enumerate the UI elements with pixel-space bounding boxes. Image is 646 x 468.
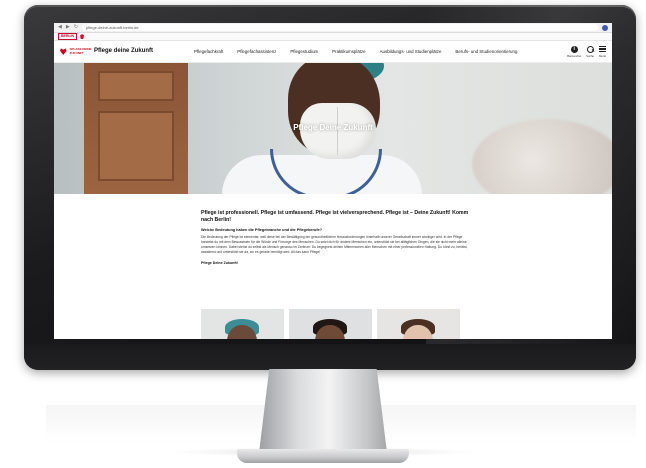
- intro-lead: Pflege ist professionell. Pflege ist umf…: [201, 210, 469, 223]
- main-navigation: Pflegefachkraft Pflegefachassistenz Pfle…: [194, 49, 567, 54]
- portrait-card[interactable]: [377, 309, 460, 339]
- search-label: Suche: [586, 53, 594, 58]
- forward-icon[interactable]: ▶: [66, 25, 70, 30]
- hero-title: Pflege Deine Zukunft: [293, 123, 373, 132]
- accessibility-button[interactable]: i Barrierefrei: [567, 45, 582, 58]
- monitor-stand-neck: [259, 369, 387, 453]
- hero-door-panel: [98, 71, 174, 101]
- nav-pflegefachassistenz[interactable]: Pflegefachassistenz: [237, 49, 276, 54]
- search-button[interactable]: Suche: [586, 45, 594, 58]
- hero-door-panel: [98, 111, 174, 181]
- info-icon: i: [570, 45, 578, 53]
- heart-logo-icon: [60, 48, 67, 55]
- intro-section: Pflege ist professionell. Pflege ist umf…: [54, 194, 474, 265]
- menu-button[interactable]: Menü: [599, 46, 606, 58]
- nav-praktikumsplaetze[interactable]: Praktikumsplätze: [332, 49, 365, 54]
- nav-ausbildungs-studienplaetze[interactable]: Ausbildungs- und Studienplätze: [380, 49, 442, 54]
- monitor-mockup: ◀ ▶ ↻ pflege-deine-zukunft.berlin.de BER…: [0, 0, 646, 468]
- berlin-bear-icon: [80, 34, 85, 39]
- back-icon[interactable]: ◀: [58, 25, 62, 30]
- intro-signoff: Pflege Deine Zukunft!: [201, 261, 238, 265]
- hamburger-menu-icon: [599, 46, 606, 53]
- nav-berufsorientierung[interactable]: Berufs- und Studienorientierung: [455, 49, 517, 54]
- address-bar[interactable]: pflege-deine-zukunft.berlin.de: [81, 24, 598, 31]
- portrait-card[interactable]: [289, 309, 372, 339]
- berlin-banner: BERLIN: [54, 33, 612, 41]
- utility-navigation: i Barrierefrei Suche Menü: [567, 45, 606, 58]
- site-title[interactable]: Pflege deine Zukunft: [94, 48, 164, 55]
- site-header: SPLASS DEINE ZUKUNFT Pflege deine Zukunf…: [54, 41, 612, 63]
- profile-icon[interactable]: [602, 24, 608, 31]
- portrait-cards: [201, 309, 460, 339]
- search-icon: [586, 45, 594, 53]
- site-logo[interactable]: SPLASS DEINE ZUKUNFT: [60, 48, 92, 55]
- intro-body: Die Bedeutung der Pflege ist elementar, …: [201, 235, 468, 254]
- intro-subhead: Welche Bedeutung haben die Pflegebranche…: [201, 228, 323, 232]
- menu-label: Menü: [599, 53, 606, 58]
- hero-banner: Pflege Deine Zukunft: [54, 63, 612, 194]
- nav-pflegestudium[interactable]: Pflegestudium: [290, 49, 318, 54]
- reload-icon[interactable]: ↻: [74, 25, 78, 30]
- berlin-link[interactable]: BERLIN: [58, 33, 78, 40]
- logo-text: SPLASS DEINE ZUKUNFT: [69, 47, 92, 55]
- monitor-stand-base: [237, 449, 409, 463]
- accessibility-label: Barrierefrei: [567, 53, 582, 58]
- browser-toolbar: ◀ ▶ ↻ pflege-deine-zukunft.berlin.de: [54, 23, 612, 33]
- monitor-chin: [24, 344, 636, 370]
- monitor-screen: ◀ ▶ ↻ pflege-deine-zukunft.berlin.de BER…: [54, 23, 612, 339]
- nav-pflegefachkraft[interactable]: Pflegefachkraft: [194, 49, 223, 54]
- portrait-card[interactable]: [201, 309, 284, 339]
